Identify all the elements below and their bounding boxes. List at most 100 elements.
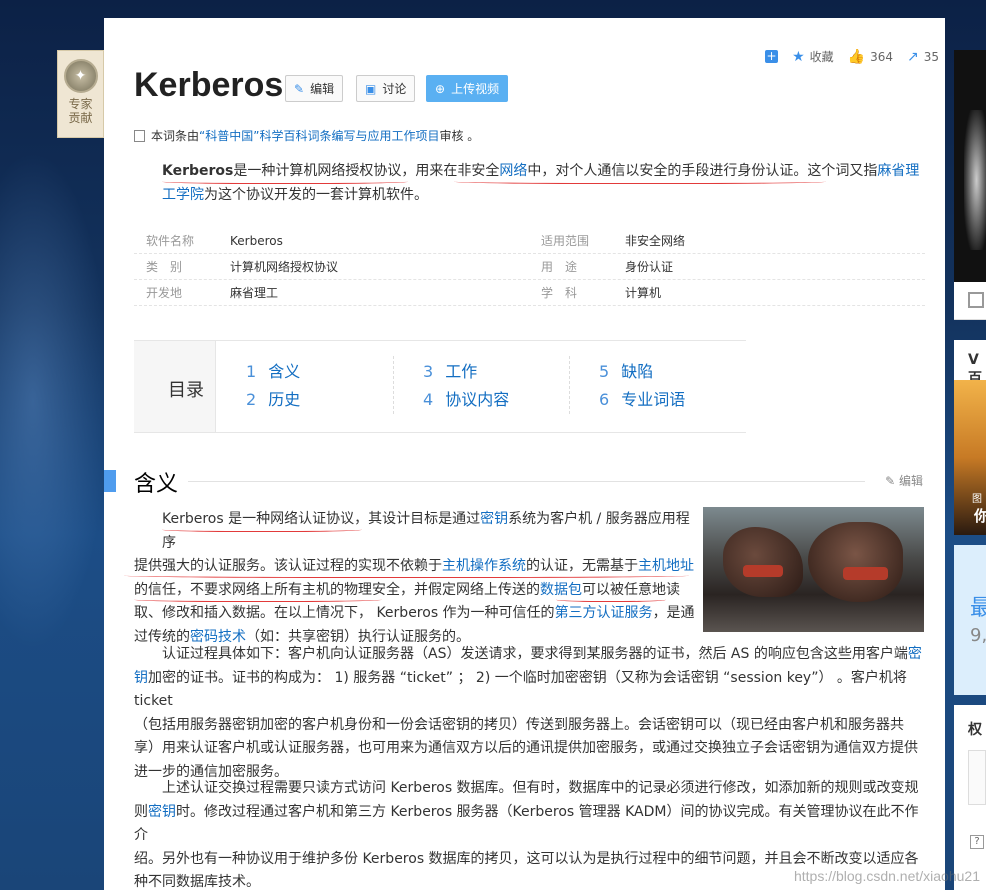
sidebar-image[interactable] (954, 50, 986, 282)
upload-video-label: 上传视频 (451, 82, 500, 96)
toc-item-number: 5 (599, 362, 610, 381)
paragraph-line: 取、修改和插入数据。在以上情况下， Kerberos 作为一种可信任的第三方认证… (134, 602, 699, 626)
sidebar-authority-title: 权 (968, 722, 982, 738)
infobox-value: 麻省理工 (230, 286, 279, 300)
sidebar-blue-heading: 最 (970, 596, 986, 621)
edit-button[interactable]: ✎ 编辑 (285, 75, 344, 102)
document-icon (134, 129, 145, 142)
paragraph-text: 种不同数据库技术。 (134, 874, 260, 890)
red-underline-annotation (124, 572, 689, 578)
infobox-key: 类 别 (146, 260, 183, 274)
like-count: 364 (870, 49, 893, 64)
creature-head-left (723, 527, 803, 597)
toc-item[interactable]: 2 历史 (246, 386, 300, 414)
paragraph-text: 时。修改过程通过客户机和第三方 Kerberos 服务器（Kerberos 管理… (134, 803, 919, 844)
link-key[interactable]: 密钥 (480, 511, 508, 527)
red-underline-annotation (454, 178, 826, 184)
toc-column: 1 含义 2 历史 (246, 358, 300, 414)
creature-mouth-left (743, 565, 783, 577)
pencil-icon: ✎ (294, 81, 305, 96)
toc-item[interactable]: 4 协议内容 (423, 386, 509, 414)
expert-badge-line2: 贡献 (68, 111, 93, 125)
paragraph-line: 认证过程具体如下：客户机向认证服务器（AS）发送请求，要求得到某服务器的证书，然… (134, 643, 925, 667)
paragraph-text: Kerberos 是一种网络认证协议，其设计目标是通过 (162, 511, 481, 527)
favorite-button[interactable]: ★ 收藏 (792, 48, 834, 65)
infobox-key: 用 途 (541, 260, 578, 274)
section-title: 含义 (134, 466, 189, 498)
toc-item-number: 4 (423, 390, 434, 409)
sidebar-card-caption-2: 你 (974, 507, 986, 525)
toc-item[interactable]: 5 缺陷 (599, 358, 685, 386)
expert-contribution-badge[interactable]: ✦ 专家 贡献 (57, 50, 104, 138)
infobox-row: 类 别 计算机网络授权协议 用 途 身份认证 (134, 254, 925, 280)
link-key[interactable]: 密 (908, 646, 922, 662)
infobox-row: 软件名称 Kerberos 适用范围 非安全网络 (134, 228, 925, 254)
expert-badge-line1: 专家 (68, 97, 93, 111)
infobox-value: 身份认证 (625, 260, 674, 274)
paragraph-text: （包括用服务器密钥加密的客户机身份和一份会话密钥的拷贝）传送到服务器上。会话密钥… (134, 716, 904, 733)
favorite-label: 收藏 (809, 50, 834, 64)
section-edit-button[interactable]: ✎ 编辑 (885, 472, 923, 489)
share-button[interactable]: ↗ 35 (907, 49, 939, 65)
section-rule (188, 481, 865, 482)
sidebar-authority-card[interactable]: 权 ? (954, 705, 986, 890)
paragraph-line: 上述认证交换过程需要只读方式访问 Kerberos 数据库。但有时，数据库中的记… (134, 777, 925, 801)
section-heading: 含义 ✎ 编辑 (104, 466, 945, 498)
review-suffix: 审核 。 (439, 129, 480, 143)
link-key[interactable]: 钥 (134, 670, 148, 686)
sidebar-authority-thumb (968, 750, 986, 805)
paragraph-line: 享）用来认证客户机或认证服务器，也可用来为通信双方以后的通讯提供加密服务，或通过… (134, 737, 925, 761)
like-button[interactable]: 👍 364 (848, 49, 893, 65)
plus-circle-icon: ⊕ (435, 81, 446, 96)
lead-link-network[interactable]: 网络 (499, 163, 527, 179)
thumbs-up-icon: 👍 (847, 48, 866, 65)
infobox-value: 非安全网络 (625, 234, 686, 248)
edit-button-label: 编辑 (310, 82, 335, 96)
toc-column: 3 工作 4 协议内容 (423, 358, 509, 414)
toc-item[interactable]: 1 含义 (246, 358, 300, 386)
infobox-row: 开发地 麻省理工 学 科 计算机 (134, 280, 925, 306)
paragraph-text: 享）用来认证客户机或认证服务器，也可用来为通信双方以后的通讯提供加密服务，或通过… (134, 740, 918, 756)
sidebar-blue-card[interactable]: 最 9, (954, 545, 986, 695)
sidebar-card-caption: 图 (972, 494, 982, 505)
link-third-party-auth[interactable]: 第三方认证服务 (555, 605, 653, 621)
toc-column: 5 缺陷 6 专业词语 (599, 358, 685, 414)
infobox-key: 适用范围 (541, 234, 590, 248)
expert-emblem-icon: ✦ (63, 59, 98, 93)
toc-item-label: 工作 (445, 362, 478, 381)
toc-item-label: 缺陷 (621, 362, 654, 381)
toc-item[interactable]: 3 工作 (423, 358, 509, 386)
infobox-key: 学 科 (541, 286, 578, 300)
pencil-icon: ✎ (885, 474, 896, 488)
link-key[interactable]: 密钥 (148, 804, 176, 820)
page-title: Kerberos (134, 66, 284, 104)
infobox-key: 开发地 (146, 286, 183, 300)
review-project-link[interactable]: “科普中国”科学百科词条编写与应用工作项目 (199, 127, 439, 144)
paragraph-line: 钥加密的证书。证书的构成为： 1) 服务器 “ticket” ； 2) 一个临时… (134, 667, 925, 714)
add-button[interactable]: + (765, 50, 779, 63)
action-bar: + ★ 收藏 👍 364 ↗ 35 (751, 48, 945, 65)
toc-item-number: 3 (423, 362, 434, 381)
review-note: 本词条由 “科普中国”科学百科词条编写与应用工作项目 审核 。 (134, 127, 479, 144)
paragraph-text: 取、修改和插入数据。在以上情况下， Kerberos 作为一种可信任的 (134, 605, 555, 621)
infobox-value: Kerberos (230, 233, 283, 248)
sidebar-gallery-bar[interactable] (954, 282, 986, 320)
upload-video-button[interactable]: ⊕ 上传视频 (426, 75, 509, 102)
creature-head-right (808, 522, 903, 602)
sidebar-v-card[interactable]: V百 图 你 (954, 340, 986, 535)
toc-item-label: 协议内容 (445, 390, 510, 409)
discuss-button-label: 讨论 (382, 82, 407, 96)
sidebar-image-figure (964, 110, 986, 250)
paragraph-text: 认证过程具体如下：客户机向认证服务器（AS）发送请求，要求得到某服务器的证书，然… (162, 646, 908, 662)
toc-item-number: 1 (246, 362, 257, 381)
toc-item[interactable]: 6 专业词语 (599, 386, 685, 414)
infobox-value: 计算机 (625, 286, 662, 300)
paragraph-text: 加密的证书。证书的构成为： 1) 服务器 “ticket” ； 2) 一个临时加… (134, 669, 907, 710)
discuss-button[interactable]: ▣ 讨论 (356, 75, 416, 102)
star-icon: ★ (792, 48, 805, 65)
background-glow (0, 150, 110, 650)
help-icon[interactable]: ? (970, 835, 984, 849)
red-underline-annotation (556, 596, 666, 602)
article-image[interactable] (703, 507, 924, 632)
article-panel: + ★ 收藏 👍 364 ↗ 35 Kerberos ✎ 编辑 ▣ 讨论 ⊕ 上… (104, 18, 945, 890)
